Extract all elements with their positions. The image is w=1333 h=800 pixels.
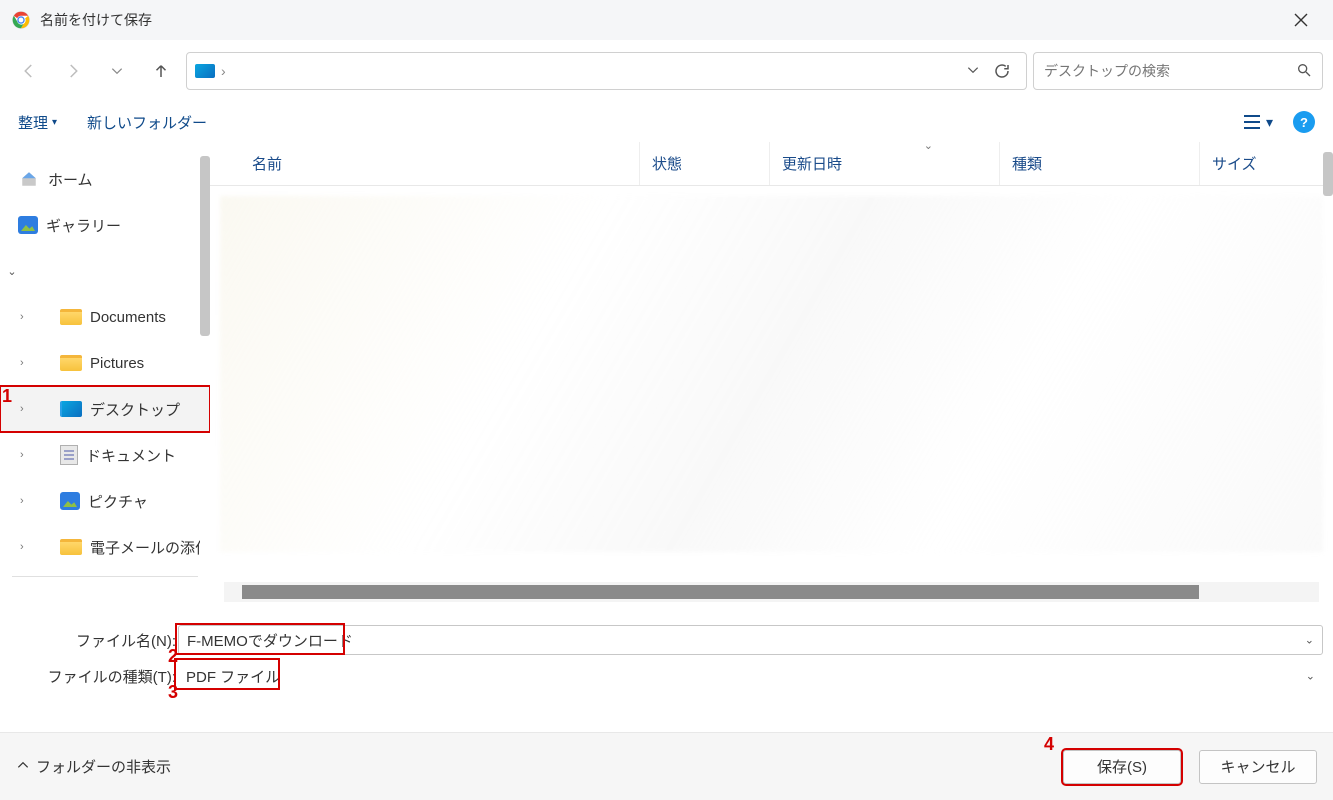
titlebar: 名前を付けて保存 <box>0 0 1333 40</box>
folder-icon <box>60 355 82 371</box>
refresh-button[interactable] <box>986 62 1018 80</box>
window-title: 名前を付けて保存 <box>40 10 1281 30</box>
sidebar-item-label: ドキュメント <box>86 445 176 466</box>
location-icon <box>195 64 215 78</box>
folder-icon <box>60 309 82 325</box>
filename-row: ファイル名(N): F-MEMOでダウンロード ⌄ <box>10 622 1323 658</box>
chevron-down-icon: ⌄ <box>4 265 20 278</box>
sidebar-item-gallery[interactable]: ギャラリー <box>0 202 210 248</box>
organize-button[interactable]: 整理 ▾ <box>18 112 57 133</box>
home-icon <box>18 170 40 188</box>
chevron-up-icon <box>16 758 30 776</box>
annotation-2: 2 <box>168 646 178 667</box>
gallery-icon <box>18 216 38 234</box>
filetype-row: ファイルの種類(T): PDF ファイル ⌄ <box>10 658 1323 694</box>
hide-folders-label: フォルダーの非表示 <box>36 756 171 777</box>
sort-indicator-icon: ⌄ <box>924 139 933 152</box>
chevron-right-icon: › <box>20 541 36 553</box>
filetype-value: PDF ファイル <box>186 666 280 687</box>
new-folder-label: 新しいフォルダー <box>87 112 207 133</box>
document-icon <box>60 445 78 465</box>
main-area: ホーム ギャラリー ⌄ › Documents › Pictures › デスク… <box>0 142 1333 602</box>
sidebar-item-label: 電子メールの添付 <box>90 537 200 558</box>
sidebar-item-label: デスクトップ <box>90 399 180 420</box>
annotation-4: 4 <box>1044 734 1054 755</box>
chevron-right-icon: › <box>20 357 36 369</box>
column-headers[interactable]: 名前 状態 更新日時 種類 サイズ ⌄ <box>210 142 1333 186</box>
column-name[interactable]: 名前 <box>240 142 640 185</box>
vertical-scrollbar[interactable] <box>1323 152 1333 196</box>
search-box[interactable] <box>1033 52 1323 90</box>
divider <box>12 576 198 577</box>
sidebar-item-label: ピクチャ <box>88 491 148 512</box>
cancel-button[interactable]: キャンセル <box>1199 750 1317 784</box>
pictures-icon <box>60 492 80 510</box>
help-button[interactable]: ? <box>1293 111 1315 133</box>
navigation-pane: ホーム ギャラリー ⌄ › Documents › Pictures › デスク… <box>0 142 210 602</box>
hide-folders-toggle[interactable]: フォルダーの非表示 <box>16 756 171 777</box>
back-button[interactable] <box>10 52 48 90</box>
filetype-label: ファイルの種類(T): <box>10 666 178 687</box>
chevron-right-icon: › <box>20 495 36 507</box>
sidebar-item-label: ギャラリー <box>46 215 121 236</box>
breadcrumb-separator: › <box>221 63 226 79</box>
column-modified[interactable]: 更新日時 <box>770 142 1000 185</box>
column-state[interactable]: 状態 <box>640 142 770 185</box>
sidebar-item-home[interactable]: ホーム <box>0 156 210 202</box>
sidebar-item-desktop[interactable]: › デスクトップ <box>0 386 210 432</box>
sidebar-item-documents-jp[interactable]: › ドキュメント <box>0 432 210 478</box>
chevron-right-icon: › <box>20 449 36 461</box>
sidebar-item-pictures[interactable]: › Pictures <box>0 340 210 386</box>
sidebar-item-documents[interactable]: › Documents <box>0 294 210 340</box>
chevron-right-icon: › <box>20 403 36 415</box>
chevron-down-icon: ▾ <box>52 117 57 128</box>
filename-input[interactable]: F-MEMOでダウンロード ⌄ <box>178 625 1323 655</box>
horizontal-scrollbar[interactable] <box>224 582 1319 602</box>
close-button[interactable] <box>1281 0 1321 40</box>
view-options-button[interactable]: ▾ <box>1242 114 1273 131</box>
annotation-3: 3 <box>168 682 178 703</box>
bottom-bar: フォルダーの非表示 保存(S) キャンセル <box>0 732 1333 800</box>
organize-label: 整理 <box>18 112 48 133</box>
recent-dropdown[interactable] <box>98 52 136 90</box>
filetype-select[interactable]: PDF ファイル ⌄ <box>178 661 1323 691</box>
new-folder-button[interactable]: 新しいフォルダー <box>87 112 207 133</box>
sidebar-item-pictures-jp[interactable]: › ピクチャ <box>0 478 210 524</box>
column-kind[interactable]: 種類 <box>1000 142 1200 185</box>
address-history-dropdown[interactable] <box>966 63 980 80</box>
up-button[interactable] <box>142 52 180 90</box>
chrome-icon <box>12 11 30 29</box>
nav-row: › <box>0 40 1333 102</box>
sidebar-item-email-attach[interactable]: › 電子メールの添付 <box>0 524 210 570</box>
desktop-icon <box>60 401 82 417</box>
file-pane: 名前 状態 更新日時 種類 サイズ ⌄ <box>210 142 1333 602</box>
search-icon <box>1296 62 1312 81</box>
chevron-down-icon[interactable]: ⌄ <box>1306 670 1315 683</box>
sidebar-group-toggle[interactable]: ⌄ <box>0 248 210 294</box>
sidebar-item-label: Documents <box>90 309 166 326</box>
sidebar-item-label: Pictures <box>90 355 144 372</box>
column-size[interactable]: サイズ <box>1200 142 1333 185</box>
folder-icon <box>60 539 82 555</box>
chevron-right-icon: › <box>20 311 36 323</box>
address-bar[interactable]: › <box>186 52 1027 90</box>
sidebar-scrollbar[interactable] <box>200 156 210 336</box>
search-input[interactable] <box>1044 63 1296 79</box>
forward-button[interactable] <box>54 52 92 90</box>
filename-value: F-MEMOでダウンロード <box>187 630 353 651</box>
sidebar-item-label: ホーム <box>48 169 93 190</box>
filename-label: ファイル名(N): <box>10 630 178 651</box>
chevron-down-icon: ▾ <box>1266 114 1273 131</box>
field-rows: ファイル名(N): F-MEMOでダウンロード ⌄ ファイルの種類(T): PD… <box>0 602 1333 700</box>
chevron-down-icon[interactable]: ⌄ <box>1305 634 1314 647</box>
toolbar: 整理 ▾ 新しいフォルダー ▾ ? <box>0 102 1333 142</box>
blurred-content <box>220 196 1323 552</box>
annotation-1: 1 <box>2 386 12 407</box>
file-list[interactable] <box>210 186 1333 582</box>
save-button[interactable]: 保存(S) <box>1063 750 1181 784</box>
